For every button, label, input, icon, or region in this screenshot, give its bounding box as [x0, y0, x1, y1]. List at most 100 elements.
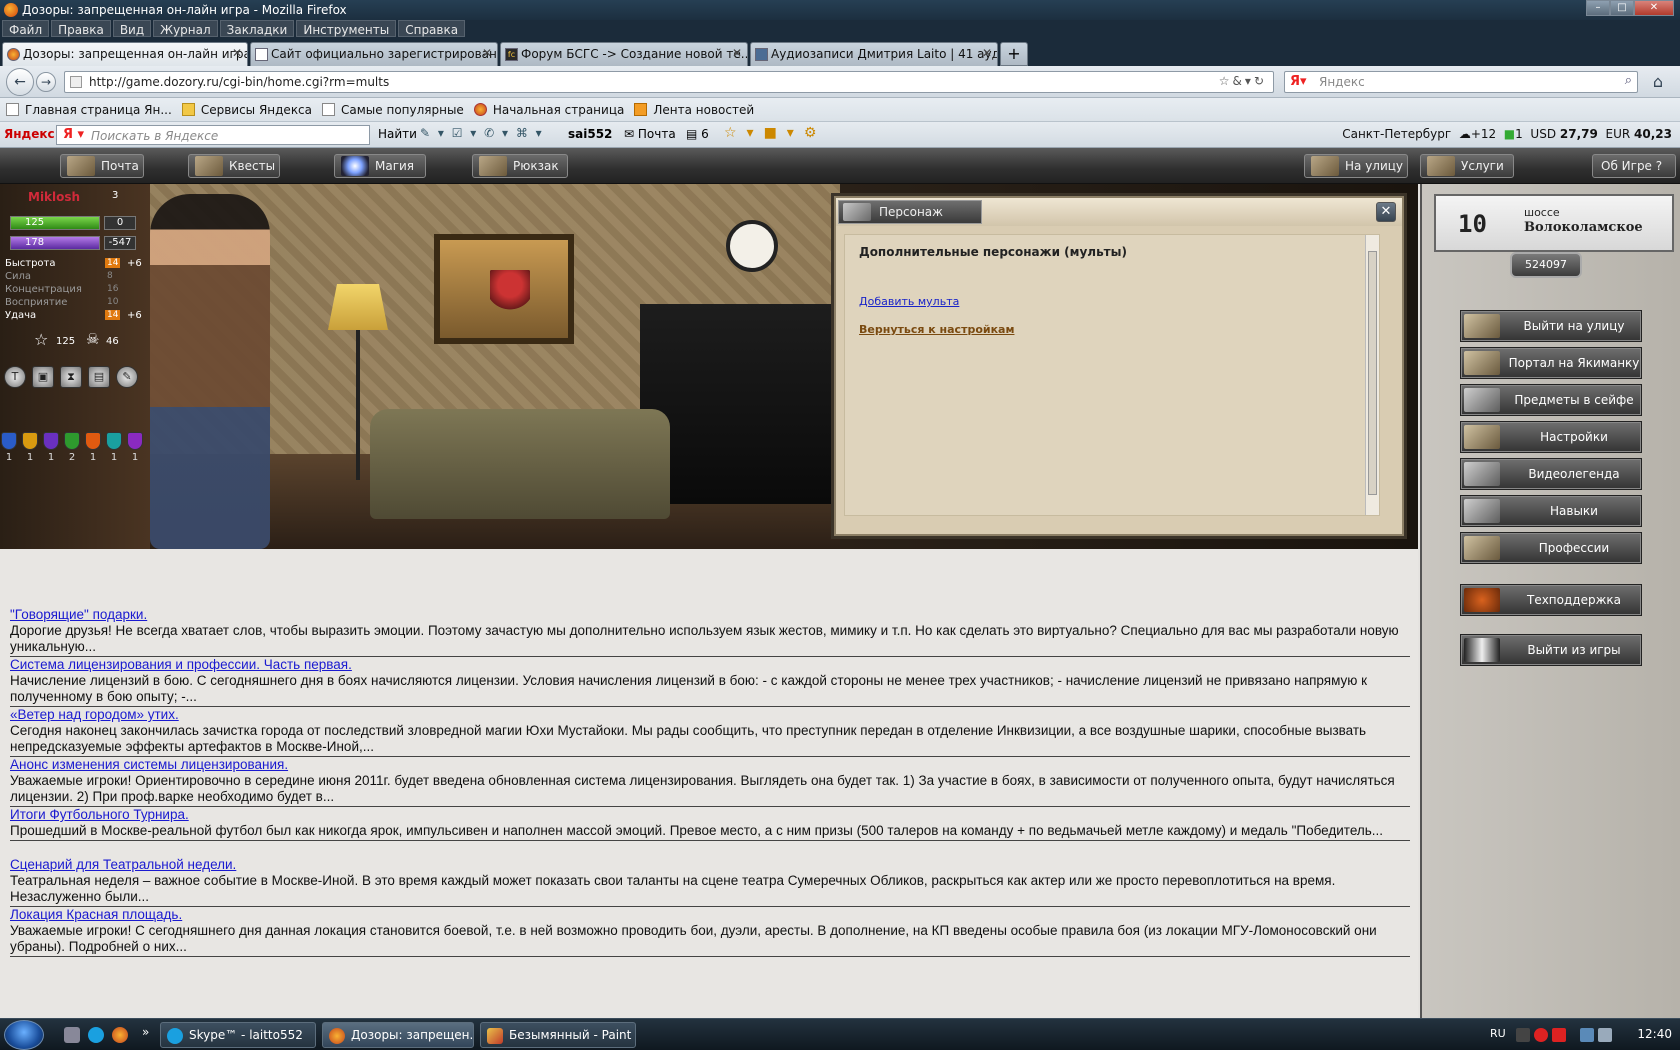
wrench-icon[interactable]: ✎: [116, 366, 138, 388]
menu-help[interactable]: Справка: [398, 20, 466, 37]
translate-icon[interactable]: &: [1233, 74, 1245, 88]
reload-icon[interactable]: ↻: [1254, 74, 1267, 88]
news-title-link[interactable]: Сценарий для Театральной недели.: [10, 857, 1410, 873]
atlas-icon[interactable]: [1552, 1028, 1566, 1042]
yandex-logo-icon[interactable]: Я▾: [1290, 74, 1307, 89]
search-input[interactable]: [1319, 74, 1599, 90]
yandex-search-input[interactable]: [91, 128, 361, 143]
yandex-brand[interactable]: Яндекс: [4, 127, 55, 141]
tab-close-icon[interactable]: ✕: [232, 46, 242, 60]
back-icon[interactable]: ←: [6, 68, 34, 96]
game-nav-mail[interactable]: Почта: [60, 154, 144, 178]
url-input[interactable]: [89, 74, 1169, 90]
skype-icon[interactable]: [88, 1027, 104, 1043]
bookmark-news-feed[interactable]: Лента новостей: [634, 103, 754, 117]
shield-teal-icon[interactable]: [106, 432, 122, 450]
back-to-settings-link[interactable]: Вернуться к настройкам: [859, 323, 1014, 336]
shield-gold-icon[interactable]: [22, 432, 38, 450]
network-icon[interactable]: [1580, 1028, 1594, 1042]
bookmark-start-page[interactable]: Начальная страница: [473, 103, 624, 117]
close-icon[interactable]: ✕: [1634, 0, 1674, 16]
eur-rate[interactable]: 40,23: [1634, 127, 1672, 141]
usd-rate[interactable]: 27,79: [1560, 127, 1598, 141]
menu-edit[interactable]: Правка: [51, 20, 111, 37]
skills-button[interactable]: Навыки: [1460, 495, 1642, 527]
search-icon[interactable]: ⌕: [1625, 73, 1632, 88]
bookmark-yandex-services[interactable]: Сервисы Яндекса: [181, 103, 312, 117]
temperature[interactable]: +12: [1471, 127, 1496, 141]
yandex-counter[interactable]: ▤ 6: [686, 127, 709, 141]
task-firefox[interactable]: Дозоры: запрещен...: [322, 1022, 474, 1048]
windows-start-icon[interactable]: [4, 1020, 44, 1050]
news-title-link[interactable]: «Ветер над городом» утих.: [10, 707, 1410, 723]
task-skype[interactable]: Skype™ - laitto552: [160, 1022, 316, 1048]
document-icon[interactable]: ▤: [88, 366, 110, 388]
forward-icon[interactable]: →: [36, 72, 56, 92]
portal-button[interactable]: Портал на Якиманку: [1460, 347, 1642, 379]
tool-t-icon[interactable]: T: [4, 366, 26, 388]
star-icon[interactable]: ☆: [1219, 74, 1233, 88]
video-legend-button[interactable]: Видеолегенда: [1460, 458, 1642, 490]
bookmark-yandex-home[interactable]: Главная страница Ян...: [6, 103, 172, 117]
volume-icon[interactable]: [1598, 1028, 1612, 1042]
professions-button[interactable]: Профессии: [1460, 532, 1642, 564]
add-mult-link[interactable]: Добавить мульта: [859, 295, 959, 308]
news-title-link[interactable]: "Говорящие" подарки.: [10, 607, 1410, 623]
game-nav-services[interactable]: Услуги: [1420, 154, 1514, 178]
dropdown-icon[interactable]: ▾: [1245, 74, 1254, 88]
game-nav-magic[interactable]: Магия: [334, 154, 426, 178]
game-nav-about[interactable]: Об Игре ?: [1592, 154, 1676, 178]
scrollbar-thumb[interactable]: [1368, 251, 1377, 495]
exit-game-button[interactable]: Выйти из игры: [1460, 634, 1642, 666]
shield-violet-icon[interactable]: [127, 432, 143, 450]
news-title-link[interactable]: Анонс изменения системы лицензирования.: [10, 757, 1410, 773]
tab-close-icon[interactable]: ✕: [732, 46, 742, 60]
tab-close-icon[interactable]: ✕: [982, 46, 992, 60]
url-bar[interactable]: ☆&▾↻: [64, 71, 1274, 93]
tab-close-icon[interactable]: ✕: [482, 46, 492, 60]
clock[interactable]: 12:40: [1637, 1027, 1672, 1041]
menu-view[interactable]: Вид: [112, 20, 152, 37]
antivirus-icon[interactable]: [1534, 1028, 1548, 1042]
game-nav-backpack[interactable]: Рюкзак: [472, 154, 568, 178]
game-nav-quests[interactable]: Квесты: [188, 154, 280, 178]
quicklaunch-more-icon[interactable]: »: [142, 1025, 149, 1039]
yandex-search-box[interactable]: Я ▾: [56, 125, 370, 145]
news-title-link[interactable]: Система лицензирования и профессии. Част…: [10, 657, 1410, 673]
home-icon[interactable]: ⌂: [1646, 72, 1670, 92]
yandex-find-button[interactable]: Найти: [378, 127, 417, 141]
support-button[interactable]: Техподдержка: [1460, 584, 1642, 616]
yandex-user[interactable]: sai552: [568, 127, 612, 141]
tab-dozory[interactable]: Дозоры: запрещенная он-лайн игра ✕: [2, 42, 248, 66]
firefox-icon[interactable]: [112, 1027, 128, 1043]
menu-bookmarks[interactable]: Закладки: [219, 20, 295, 37]
game-nav-street[interactable]: На улицу: [1304, 154, 1408, 178]
bookmark-most-popular[interactable]: Самые популярные: [322, 103, 464, 117]
dialog-tab-character[interactable]: Персонаж: [838, 200, 982, 224]
shield-purple-icon[interactable]: [43, 432, 59, 450]
menu-tools[interactable]: Инструменты: [296, 20, 397, 37]
character-name[interactable]: Miklosh: [28, 190, 80, 204]
tab-audio[interactable]: Аудиозаписи Дмитрия Laito | 41 ауд... ✕: [750, 42, 998, 66]
task-paint[interactable]: Безымянный - Paint: [480, 1022, 636, 1048]
language-indicator[interactable]: RU: [1490, 1027, 1506, 1040]
yandex-tools-icons[interactable]: ✎ ▾ ☑ ▾ ✆ ▾ ⌘ ▾: [420, 126, 544, 140]
exit-to-street-button[interactable]: Выйти на улицу: [1460, 310, 1642, 342]
safe-items-button[interactable]: Предметы в сейфе: [1460, 384, 1642, 416]
dialog-scrollbar[interactable]: [1365, 235, 1379, 515]
settings-button[interactable]: Настройки: [1460, 421, 1642, 453]
hourglass-icon[interactable]: ⧗: [60, 366, 82, 388]
camera-icon[interactable]: ▣: [32, 366, 54, 388]
search-bar[interactable]: Я▾ ⌕: [1284, 71, 1638, 93]
tray-app-icon[interactable]: [1516, 1028, 1530, 1042]
minimize-icon[interactable]: –: [1586, 0, 1610, 16]
dialog-close-icon[interactable]: ✕: [1376, 202, 1396, 222]
new-tab-button[interactable]: +: [1000, 42, 1028, 66]
character-avatar[interactable]: [150, 194, 270, 549]
shield-blue-icon[interactable]: [1, 432, 17, 450]
maximize-icon[interactable]: □: [1610, 0, 1634, 16]
city[interactable]: Санкт-Петербург: [1342, 127, 1451, 141]
tab-registered-site[interactable]: Сайт официально зарегистрирован... ✕: [250, 42, 498, 66]
menu-history[interactable]: Журнал: [153, 20, 218, 37]
menu-file[interactable]: Файл: [2, 20, 50, 37]
